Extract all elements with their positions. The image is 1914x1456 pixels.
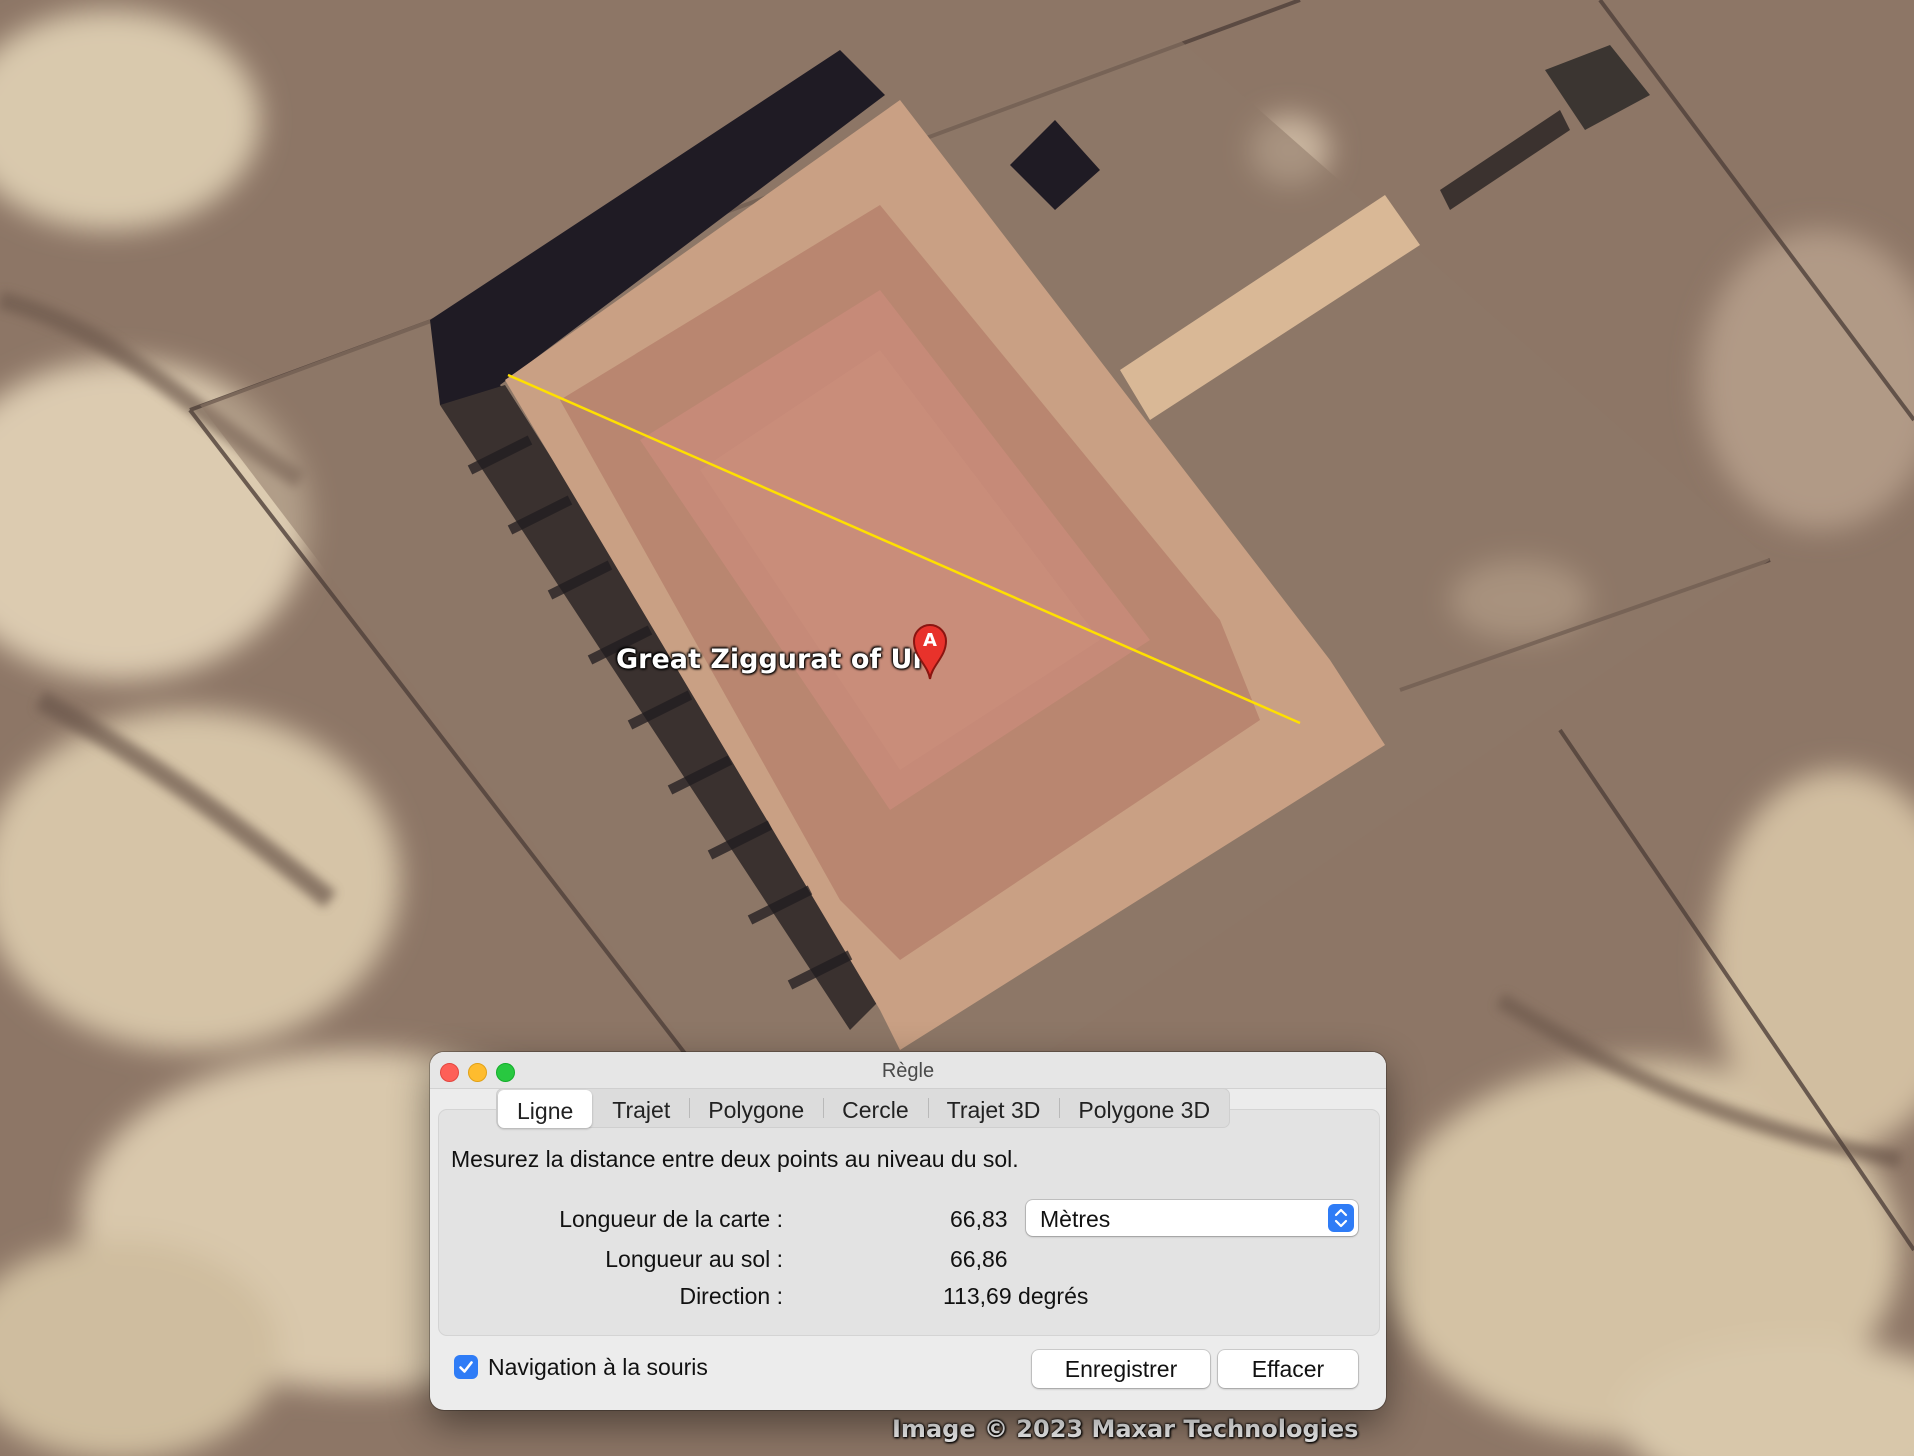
placemark-label[interactable]: Great Ziggurat of Ur (616, 644, 926, 675)
measure-description: Mesurez la distance entre deux points au… (451, 1146, 1019, 1172)
tab-polygone[interactable]: Polygone (689, 1089, 823, 1127)
mouse-navigation-checkbox[interactable] (454, 1355, 478, 1379)
clear-button[interactable]: Effacer (1218, 1350, 1358, 1388)
dialog-title: Règle (881, 1060, 935, 1082)
measure-panel: Mesurez la distance entre deux points au… (438, 1109, 1380, 1336)
dialog-titlebar[interactable]: Règle (430, 1052, 1386, 1089)
heading-value: 113,69 degrés (943, 1283, 1089, 1309)
up-down-chevron-icon (1328, 1204, 1354, 1232)
map-length-value: 66,83 (950, 1206, 1008, 1232)
checkmark-icon (459, 1361, 473, 1373)
unit-select-value: Mètres (1040, 1206, 1111, 1232)
tab-cercle[interactable]: Cercle (823, 1089, 927, 1127)
mouse-navigation-label: Navigation à la souris (488, 1353, 708, 1380)
ground-length-label: Longueur au sol : (605, 1246, 783, 1272)
save-button[interactable]: Enregistrer (1032, 1350, 1210, 1388)
imagery-copyright: Image © 2023 Maxar Technologies (892, 1415, 1359, 1443)
unit-select[interactable]: Mètres (1026, 1200, 1358, 1236)
tab-polygone-3d[interactable]: Polygone 3D (1059, 1089, 1229, 1127)
red-placemark-pin-icon[interactable]: A (911, 621, 949, 681)
heading-label: Direction : (679, 1283, 783, 1309)
tab-trajet[interactable]: Trajet (593, 1089, 689, 1127)
ground-length-value: 66,86 (950, 1246, 1008, 1272)
measure-tabs: Ligne Trajet Polygone Cercle Trajet 3D P… (496, 1088, 1231, 1128)
ruler-dialog: Règle Mesurez la distance entre deux poi… (430, 1052, 1386, 1410)
tab-ligne[interactable]: Ligne (498, 1090, 593, 1128)
map-length-label: Longueur de la carte : (559, 1206, 783, 1232)
pin-letter: A (923, 630, 937, 651)
tab-trajet-3d[interactable]: Trajet 3D (927, 1089, 1060, 1127)
mouse-navigation-option[interactable]: Navigation à la souris (454, 1352, 708, 1382)
